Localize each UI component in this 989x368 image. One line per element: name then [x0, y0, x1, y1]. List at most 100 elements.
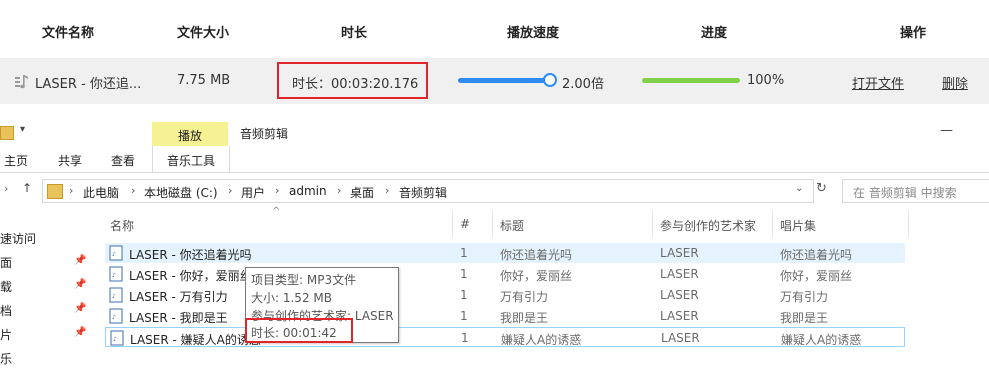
speed-slider-track[interactable]	[458, 78, 549, 83]
folder-icon	[0, 126, 14, 140]
search-placeholder: 在 音频剪辑 中搜索	[853, 186, 957, 200]
col-filesize: 文件大小	[177, 26, 230, 41]
track-number: 1	[461, 331, 469, 345]
context-tab-play[interactable]: 播放	[152, 122, 228, 146]
refresh-icon[interactable]: ↻	[816, 181, 827, 196]
window-title: 音频剪辑	[240, 127, 289, 141]
file-row[interactable]: ♪ LASER - 你好，爱丽丝 1 你好，爱丽丝 LASER 你好，爱丽丝	[105, 264, 905, 284]
minimize-button[interactable]: —	[940, 123, 953, 138]
file-row[interactable]: ♪ LASER - 万有引力 1 万有引力 LASER 万有引力	[105, 285, 905, 305]
svg-text:♪: ♪	[112, 272, 116, 279]
tab-view[interactable]: 查看	[111, 152, 135, 169]
audio-converter-panel: 文件名称 文件大小 时长 播放速度 进度 操作 LASER - 你还追... 7…	[0, 0, 989, 112]
address-row: › ↑ › 此电脑 › 本地磁盘 (C:) › 用户 › admin › 桌面 …	[0, 176, 989, 206]
breadcrumb-separator: ›	[69, 184, 74, 197]
column-divider[interactable]	[492, 210, 493, 238]
pin-icon: 📌	[74, 255, 87, 266]
track-artist: LASER	[660, 309, 699, 323]
col-artist[interactable]: 参与创作的艺术家	[660, 217, 756, 234]
open-file-link[interactable]: 打开文件	[852, 73, 904, 92]
track-number: 1	[460, 267, 468, 281]
tab-home[interactable]: 主页	[4, 152, 28, 169]
file-task-row[interactable]: LASER - 你还追... 7.75 MB 时长：00:03:20.176 2…	[0, 58, 989, 104]
column-divider[interactable]	[772, 210, 773, 238]
file-list-header: ^ 名称 # 标题 参与创作的艺术家 唱片集	[0, 206, 989, 238]
breadcrumb-separator: ›	[337, 184, 342, 197]
nav-documents[interactable]: 档	[0, 302, 12, 319]
col-track-number[interactable]: #	[460, 217, 470, 231]
svg-text:♪: ♪	[112, 314, 116, 321]
column-header-row: 文件名称 文件大小 时长 播放速度 进度 操作	[0, 0, 989, 58]
track-album: 嫌疑人A的诱惑	[781, 333, 862, 347]
file-name: LASER - 你好，爱丽丝	[129, 269, 252, 283]
file-name: LASER - 我即是王	[129, 311, 228, 325]
mp3-file-icon: ♪	[109, 266, 123, 282]
folder-icon	[47, 184, 63, 199]
file-row[interactable]: ♪ LASER - 你还追着光吗 1 你还追着光吗 LASER 你还追着光吗	[105, 243, 905, 263]
back-button[interactable]: ›	[4, 182, 8, 195]
mp3-file-icon: ♪	[109, 245, 123, 261]
col-album[interactable]: 唱片集	[780, 217, 816, 234]
svg-text:♪: ♪	[113, 336, 117, 343]
mp3-file-icon: ♪	[109, 308, 123, 324]
track-title: 你还追着光吗	[500, 248, 573, 262]
nav-downloads[interactable]: 载	[0, 278, 12, 295]
track-title: 嫌疑人A的诱惑	[501, 333, 582, 347]
track-title: 我即是王	[500, 311, 549, 325]
column-divider[interactable]	[908, 210, 909, 238]
col-filename: 文件名称	[42, 26, 95, 41]
music-note-icon	[15, 75, 28, 89]
quick-access-dropdown-icon[interactable]: ▾	[20, 124, 25, 135]
context-tab-play-label: 播放	[178, 129, 203, 143]
track-album: 你好，爱丽丝	[780, 269, 853, 283]
breadcrumb-separator: ›	[275, 184, 280, 197]
pin-icon: 📌	[74, 327, 87, 338]
col-name[interactable]: 名称	[110, 217, 134, 234]
nav-desktop[interactable]: 面	[0, 254, 12, 271]
track-number: 1	[460, 288, 468, 302]
progress-value: 100%	[747, 73, 785, 88]
file-name: LASER - 嫌疑人A的诱惑	[130, 333, 261, 347]
crumb-desktop[interactable]: 桌面	[350, 184, 374, 201]
svg-text:♪: ♪	[112, 293, 116, 300]
window-gap	[0, 112, 989, 119]
breadcrumb-separator: ›	[131, 184, 136, 197]
track-artist: LASER	[660, 288, 699, 302]
track-album: 你还追着光吗	[780, 248, 853, 262]
chevron-down-icon[interactable]: ⌄	[795, 183, 803, 194]
column-divider[interactable]	[652, 210, 653, 238]
track-album: 我即是王	[780, 311, 829, 325]
speed-slider-handle[interactable]	[543, 73, 557, 87]
file-name: LASER - 你还追着光吗	[129, 248, 252, 262]
tab-share[interactable]: 共享	[58, 152, 82, 169]
up-arrow-icon[interactable]: ↑	[22, 181, 32, 195]
crumb-admin[interactable]: admin	[289, 184, 327, 198]
crumb-local-disk[interactable]: 本地磁盘 (C:)	[144, 184, 218, 201]
search-input[interactable]: 在 音频剪辑 中搜索	[842, 179, 989, 203]
track-artist: LASER	[660, 267, 699, 281]
crumb-audio-clips[interactable]: 音频剪辑	[399, 184, 447, 201]
col-title[interactable]: 标题	[500, 217, 524, 234]
tooltip-type: 项目类型: MP3文件	[251, 273, 357, 287]
track-number: 1	[460, 309, 468, 323]
track-album: 万有引力	[780, 290, 829, 304]
track-number: 1	[460, 246, 468, 260]
track-artist: LASER	[660, 246, 699, 260]
file-size: 7.75 MB	[177, 73, 231, 88]
col-speed: 播放速度	[507, 26, 560, 41]
crumb-users[interactable]: 用户	[241, 184, 265, 201]
delete-link[interactable]: 删除	[942, 73, 968, 92]
nav-pictures[interactable]: 片	[0, 326, 12, 343]
file-row[interactable]: ♪ LASER - 我即是王 1 我即是王 LASER 我即是王	[105, 306, 905, 326]
speed-value: 2.00倍	[562, 77, 604, 92]
sort-indicator-icon: ^	[272, 206, 281, 217]
column-divider[interactable]	[452, 210, 453, 238]
crumb-this-pc[interactable]: 此电脑	[83, 184, 119, 201]
tab-music-tools[interactable]: 音乐工具	[152, 146, 230, 172]
col-duration: 时长	[341, 26, 368, 41]
nav-music[interactable]: 乐	[0, 350, 12, 367]
file-row-selected[interactable]: ♪ LASER - 嫌疑人A的诱惑 1 嫌疑人A的诱惑 LASER 嫌疑人A的诱…	[105, 327, 905, 347]
progress-bar	[642, 78, 740, 83]
address-bar[interactable]: › 此电脑 › 本地磁盘 (C:) › 用户 › admin › 桌面 › 音频…	[42, 179, 814, 203]
col-progress: 进度	[701, 26, 728, 41]
